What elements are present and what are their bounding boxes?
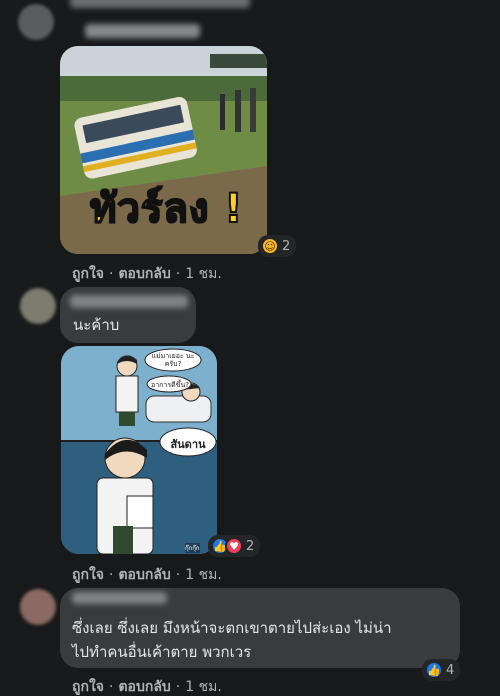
like-link[interactable]: ถูกใจ <box>72 567 104 583</box>
comment-actions: ถูกใจ · ตอบกลับ · 1 ชม. <box>72 567 222 583</box>
reaction-summary[interactable]: 👍 ♥ 2 <box>208 535 261 557</box>
comment-image[interactable]: ทัวร์ลง ! <box>60 46 267 254</box>
reaction-count: 2 <box>246 538 255 554</box>
avatar[interactable] <box>20 288 56 324</box>
comment-bubble: ซึ่งเลย ซึ่งเลย มึงหน้าจะตกเขาตายไปส่ะเอ… <box>60 588 460 668</box>
commenter-name[interactable] <box>72 592 167 604</box>
comment-actions: ถูกใจ · ตอบกลับ · 1 ชม. <box>72 266 222 282</box>
reaction-summary[interactable]: ☺ 2 <box>258 235 297 257</box>
reaction-count: 4 <box>446 662 455 678</box>
comment-text: นะค้าบ <box>73 316 120 334</box>
reply-link[interactable]: ตอบกลับ <box>118 567 170 583</box>
image-caption: ทัวร์ลง ! <box>89 185 244 233</box>
reply-link[interactable]: ตอบกลับ <box>118 679 170 695</box>
reaction-count: 2 <box>282 238 291 254</box>
commenter-name[interactable] <box>70 0 250 8</box>
comic-tag: กุ๊กกุ๊ก <box>185 543 200 553</box>
comic-bubble-text: สันดาน <box>170 438 206 451</box>
timestamp[interactable]: 1 ชม. <box>185 567 222 583</box>
like-icon: 👍 <box>425 661 443 679</box>
comment-text-line-1: ซึ่งเลย ซึ่งเลย มึงหน้าจะตกเขาตายไปส่ะเอ… <box>72 619 392 637</box>
comment-text-line-2: ไปทำคนอื่นเค้าตาย พวกเวร <box>72 643 252 661</box>
commenter-name[interactable] <box>70 295 188 308</box>
avatar[interactable] <box>18 4 54 40</box>
timestamp[interactable]: 1 ชม. <box>185 266 222 282</box>
avatar[interactable] <box>20 589 56 625</box>
love-icon: ♥ <box>225 537 243 555</box>
like-link[interactable]: ถูกใจ <box>72 679 104 695</box>
comic-bubble-text: แม่มาเยอะ นะครับ? <box>151 352 195 368</box>
timestamp[interactable]: 1 ชม. <box>185 679 222 695</box>
comment-image[interactable]: แม่มาเยอะ นะครับ? อาการดีขึ้น? สันดาน กุ… <box>61 346 217 554</box>
comment-actions: ถูกใจ · ตอบกลับ · 1 ชม. <box>72 679 222 695</box>
comment-bubble: นะค้าบ <box>60 287 196 343</box>
reaction-summary[interactable]: 👍 4 <box>422 659 461 681</box>
commenter-name[interactable] <box>85 24 200 38</box>
comic-bubble-text: อาการดีขึ้น? <box>151 381 189 389</box>
like-link[interactable]: ถูกใจ <box>72 266 104 282</box>
haha-icon: ☺ <box>261 237 279 255</box>
reply-link[interactable]: ตอบกลับ <box>118 266 170 282</box>
